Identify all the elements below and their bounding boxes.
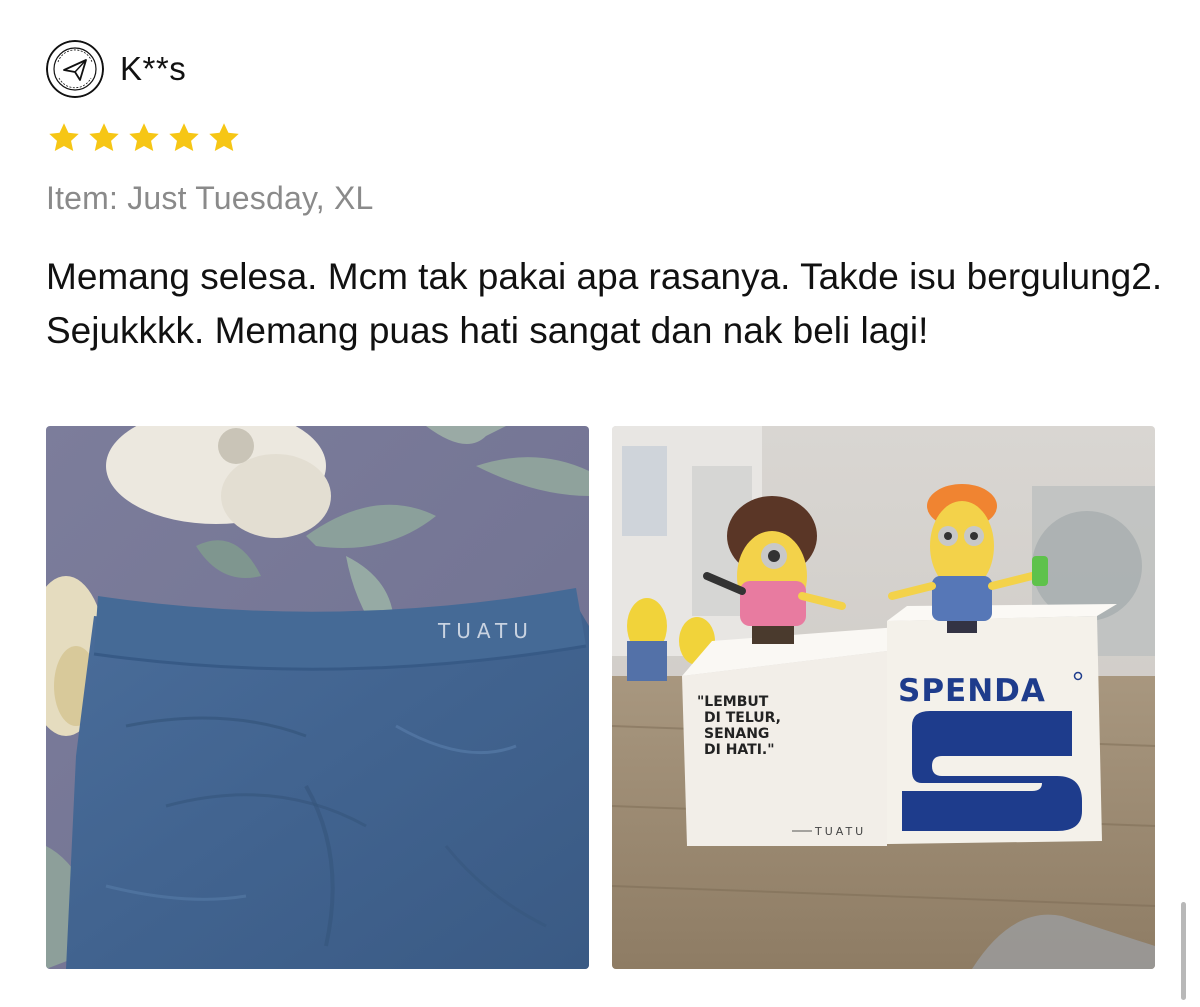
- star-icon: [209, 123, 239, 152]
- star-icon: [89, 123, 119, 152]
- waistband-brand-text: TUATU: [437, 619, 534, 643]
- star-icon: [169, 123, 199, 152]
- boxes-photo: "LEMBUT DI TELUR, SENANG DI HATI." TUATU…: [612, 426, 1155, 969]
- reviewer-name: K**s: [120, 50, 187, 87]
- box-quote-line-3: SENANG: [704, 726, 769, 742]
- review-card: K**s Item: Just Tuesday, XL Memang seles…: [0, 0, 1200, 1007]
- avatar[interactable]: [46, 40, 104, 98]
- review-photo-2[interactable]: "LEMBUT DI TELUR, SENANG DI HATI." TUATU…: [612, 426, 1155, 969]
- svg-text:"LEMBUT DI TELUR,: "LEMBUT DI TELUR, SENANG DI HATI.": [697, 694, 786, 758]
- box-quote-line-2: DI TELUR,: [704, 710, 781, 726]
- box-quote-line-1: "LEMBUT: [697, 694, 769, 710]
- item-variant-label: Item: Just Tuesday, XL: [46, 180, 374, 216]
- star-icon: [129, 123, 159, 152]
- review-body-text: Memang selesa. Mcm tak pakai apa rasanya…: [46, 256, 1163, 351]
- star-rating: [46, 120, 242, 156]
- star-icon: [49, 123, 79, 152]
- box-right-brand: SPENDA: [898, 673, 1046, 709]
- underwear-photo: TUATU: [46, 426, 589, 969]
- review-photo-1[interactable]: TUATU: [46, 426, 589, 969]
- box-left-brand: TUATU: [814, 825, 866, 838]
- box-quote-line-4: DI HATI.": [704, 742, 775, 758]
- scrollbar[interactable]: [1181, 902, 1186, 1000]
- reviewer-header: K**s: [46, 40, 186, 98]
- paper-plane-badge-icon: [46, 40, 104, 98]
